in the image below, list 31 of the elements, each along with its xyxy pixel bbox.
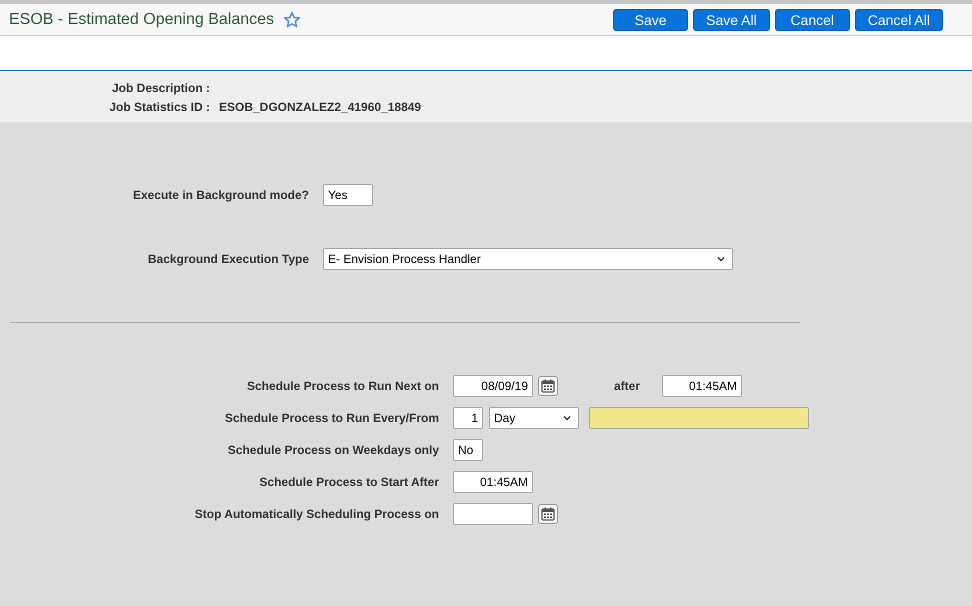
field-label: Execute in Background mode? [132,188,309,202]
window-title: ESOB - Estimated Opening Balances [9,10,274,28]
field-label: Job Description : [110,80,210,94]
number-field[interactable]: 1 [453,407,483,429]
input-field[interactable]: Yes [323,184,373,206]
cancel-button[interactable]: Cancel [774,8,850,30]
time-field[interactable]: 01:45AM [453,471,533,493]
input-field[interactable]: No [453,439,483,461]
field-label: Stop Automatically Scheduling Process on [194,507,439,521]
caret-icon[interactable] [562,413,572,423]
input-field[interactable] [589,407,809,429]
calendar-button[interactable] [538,504,558,524]
caret-icon[interactable] [716,254,726,264]
time-field[interactable]: 01:45AM [662,375,742,397]
star-icon[interactable] [283,10,302,28]
field-label: Job Statistics ID : [108,100,210,114]
cancel-all-button[interactable]: Cancel All [854,8,943,30]
save-button[interactable]: Save [613,8,688,30]
dropdown[interactable]: E- Envision Process Handler [323,248,733,270]
field-label: Background Execution Type [146,252,309,266]
field-label: after [614,379,640,393]
field-label: Schedule Process to Run Next on [246,379,439,393]
date-field[interactable]: 08/09/19 [453,375,533,397]
dropdown[interactable]: Day [489,407,579,429]
field-value: ESOB_DGONZALEZ2_41960_18849 [219,100,422,114]
field-label: Schedule Process to Run Every/From [224,411,439,425]
date-field[interactable] [453,503,533,525]
field-label: Schedule Process on Weekdays only [226,443,439,457]
calendar-button[interactable] [538,376,558,396]
field-label: Schedule Process to Start After [258,475,439,489]
save-all-button[interactable]: Save All [693,8,770,30]
